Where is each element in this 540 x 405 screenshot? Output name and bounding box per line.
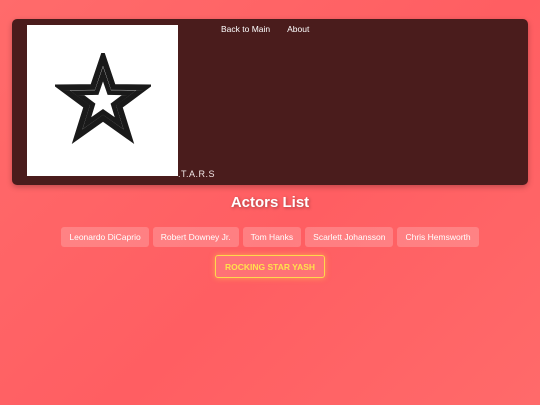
nav-about[interactable]: About bbox=[287, 24, 309, 34]
logo-text: .T.A.R.S bbox=[178, 169, 216, 179]
logo bbox=[27, 25, 178, 176]
actor-button-tom-hanks[interactable]: Tom Hanks bbox=[242, 227, 302, 247]
featured-actor-button[interactable]: ROCKING STAR YASH bbox=[215, 255, 325, 278]
star-icon bbox=[54, 52, 151, 144]
actor-button-leonardo-dicaprio[interactable]: Leonardo DiCaprio bbox=[61, 227, 149, 247]
site-header: .T.A.R.S Back to Main About bbox=[12, 19, 528, 185]
nav-back-to-main[interactable]: Back to Main bbox=[221, 24, 270, 34]
top-nav: Back to Main About bbox=[221, 24, 309, 34]
actor-list: Leonardo DiCaprio Robert Downey Jr. Tom … bbox=[0, 227, 540, 247]
actor-button-robert-downey-jr[interactable]: Robert Downey Jr. bbox=[152, 227, 239, 247]
page-title: Actors List bbox=[230, 194, 310, 211]
actor-button-chris-hemsworth[interactable]: Chris Hemsworth bbox=[397, 227, 479, 247]
actor-button-scarlett-johansson[interactable]: Scarlett Johansson bbox=[305, 227, 394, 247]
